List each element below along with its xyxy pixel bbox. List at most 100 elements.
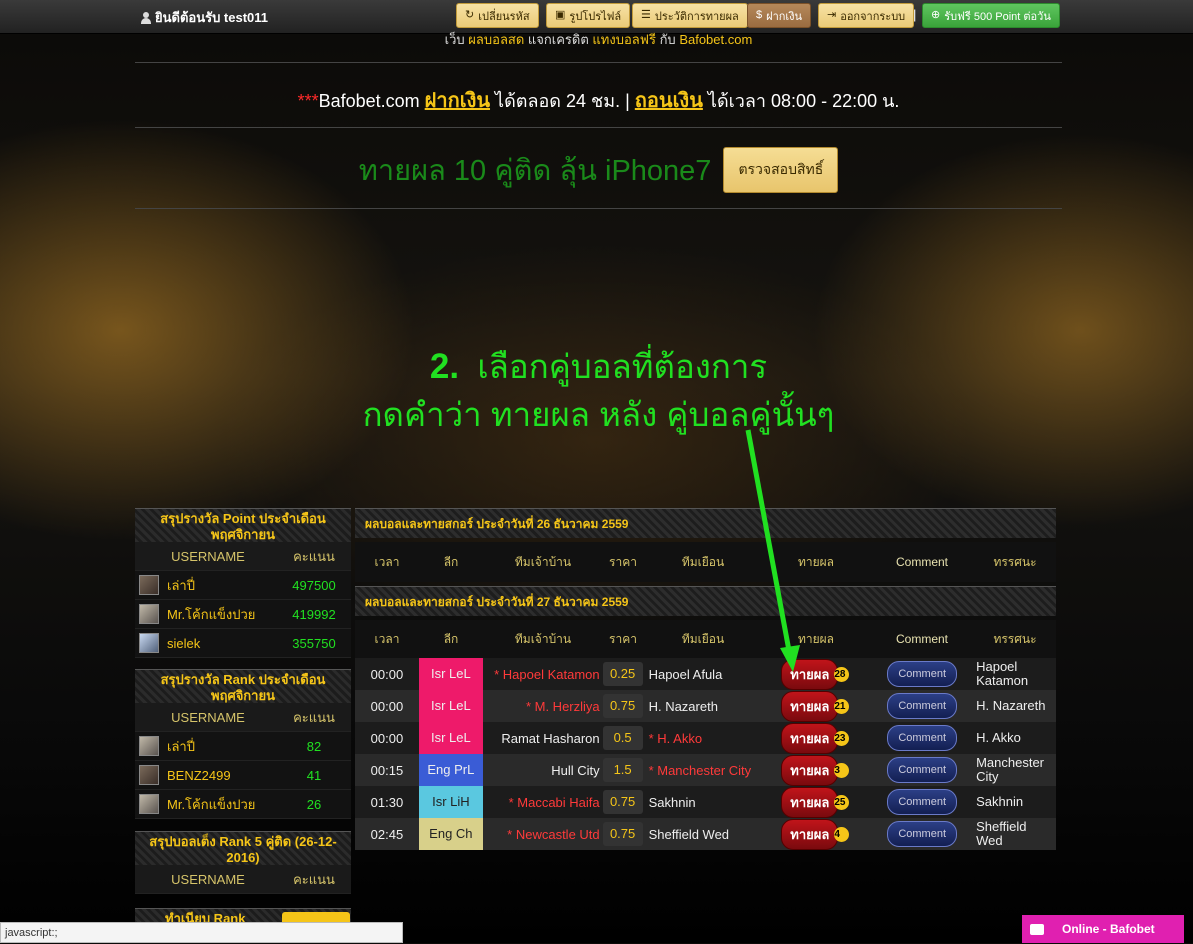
deposit-button[interactable]: $ ฝากเงิน — [747, 3, 812, 28]
match-row: 01:30 Isr LiH * Maccabi Haifa 0.75 Sakhn… — [355, 786, 1056, 818]
change-password-button[interactable]: ↻ เปลี่ยนรหัส — [456, 3, 539, 28]
withdraw-link[interactable]: ถอนเงิน — [635, 90, 703, 112]
table-header-row: USERNAME คะแนน — [135, 703, 351, 732]
user-icon — [140, 11, 151, 24]
username[interactable]: sielek — [167, 636, 200, 651]
welcome-label: ยินดีต้อนรับ test011 — [155, 10, 269, 25]
guess-count-badge: 4 — [834, 826, 850, 842]
match-time: 00:00 — [370, 730, 404, 746]
deposit-link[interactable]: ฝากเงิน — [425, 90, 490, 112]
price: 0.75 — [602, 694, 643, 718]
chat-icon — [1030, 923, 1044, 935]
guess-button[interactable]: ทายผล — [781, 786, 839, 818]
table-row[interactable]: Mr.โค้กแข็งปวย 26 — [135, 790, 351, 819]
rank-award-table: USERNAME คะแนน เล่าปี่ 82 BENZ2499 41 Mr… — [135, 703, 351, 819]
guess-count-badge: 25 — [834, 794, 850, 810]
col-comment: Comment — [895, 555, 948, 569]
column-header-27: เวลา ลีก ทีมเจ้าบ้าน ราคา ทีมเยือน ทายผล… — [355, 620, 1056, 658]
cut-link-1[interactable]: ผลบอลสด — [468, 32, 524, 47]
profile-picture-label: รูปโปรไฟล์ — [569, 10, 622, 23]
score: 419992 — [292, 606, 336, 622]
league-badge: Eng PrL — [418, 754, 483, 786]
logout-button[interactable]: ⇥ ออกจากระบบ — [818, 3, 915, 28]
avatar — [139, 765, 159, 785]
col-score: คะแนน — [293, 548, 335, 564]
col-view: ทรรศนะ — [993, 554, 1037, 569]
guess-button[interactable]: ทายผล — [781, 722, 839, 754]
comment-button[interactable]: Comment — [887, 725, 958, 751]
free-points-button[interactable]: ⊕ รับฟรี 500 Point ต่อวัน — [922, 3, 1060, 28]
cut-text-2: แจกเครดิต — [527, 32, 589, 47]
username[interactable]: BENZ2499 — [167, 768, 231, 783]
refresh-icon: ↻ — [465, 9, 475, 21]
banner-cut-line: เว็บ ผลบอลสด แจกเครดิต แทงบอลฟรี กับ Baf… — [135, 29, 1062, 50]
instruction-line1: เลือกคู่บอลที่ต้องการ — [477, 348, 768, 385]
col-score: คะแนน — [293, 709, 335, 725]
avatar — [139, 633, 159, 653]
col-price: ราคา — [609, 554, 637, 569]
table-row[interactable]: sielek 355750 — [135, 629, 351, 658]
comment-button[interactable]: Comment — [887, 693, 958, 719]
guess-button[interactable]: ทายผล — [781, 754, 839, 786]
withdraw-notice-text: ได้เวลา 08:00 - 22:00 น. — [707, 91, 900, 111]
table-header-row: USERNAME คะแนน — [135, 542, 351, 571]
col-home: ทีมเจ้าบ้าน — [514, 554, 572, 569]
welcome-text: ยินดีต้อนรับ test011 — [140, 7, 268, 28]
username[interactable]: Mr.โค้กแข็งปวย — [167, 794, 255, 815]
price: 1.5 — [602, 758, 643, 782]
point-award-table: USERNAME คะแนน เล่าปี่ 497500 Mr.โค้กแข็… — [135, 542, 351, 658]
cut-link-3[interactable]: Bafobet.com — [679, 32, 752, 47]
guess-button[interactable]: ทายผล — [781, 658, 839, 690]
section-header-27: ผลบอลและทายสกอร์ ประจำวันที่ 27 ธันวาคม … — [355, 586, 1056, 616]
username[interactable]: เล่าปี่ — [167, 575, 195, 596]
avatar — [139, 794, 159, 814]
col-away: ทีมเยือน — [681, 554, 725, 569]
guess-button[interactable]: ทายผล — [781, 818, 839, 850]
point-award-header: สรุปรางวัล Point ประจำเดือน พฤศจิกายน — [135, 508, 351, 542]
match-time: 01:30 — [370, 794, 404, 810]
league-badge: Isr LeL — [418, 658, 483, 690]
comment-button[interactable]: Comment — [887, 789, 958, 815]
list-icon: ☰ — [641, 9, 651, 21]
table-row[interactable]: BENZ2499 41 — [135, 761, 351, 790]
change-password-label: เปลี่ยนรหัส — [478, 10, 530, 23]
free-points-label: รับฟรี 500 Point ต่อวัน — [944, 10, 1051, 23]
username[interactable]: Mr.โค้กแข็งปวย — [167, 604, 255, 625]
comment-button[interactable]: Comment — [887, 757, 958, 783]
dollar-icon: $ — [756, 9, 763, 21]
avatar — [139, 604, 159, 624]
username[interactable]: เล่าปี่ — [167, 736, 195, 757]
section-header-26: ผลบอลและทายสกอร์ ประจำวันที่ 26 ธันวาคม … — [355, 508, 1056, 538]
col-username: USERNAME — [171, 709, 245, 725]
match-row: 00:00 Isr LeL Ramat Hasharon 0.5 * H. Ak… — [355, 722, 1056, 754]
table-row[interactable]: เล่าปี่ 82 — [135, 732, 351, 761]
profile-picture-button[interactable]: ▣ รูปโปรไฟล์ — [546, 3, 631, 28]
deposit-notice: ***Bafobet.com ฝากเงิน ได้ตลอด 24 ชม. | … — [135, 84, 1062, 116]
guess-count-badge: 23 — [834, 730, 850, 746]
table-row[interactable]: Mr.โค้กแข็งปวย 419992 — [135, 600, 351, 629]
rank-award-header: สรุปรางวัล Rank ประจำเดือน พฤศจิกายน — [135, 669, 351, 703]
comment-button[interactable]: Comment — [887, 661, 958, 687]
view-team: Manchester City — [976, 755, 1045, 784]
cut-link-2[interactable]: แทงบอลฟรี — [592, 32, 656, 47]
comment-button[interactable]: Comment — [887, 821, 958, 847]
home-team: * Newcastle Utd — [507, 826, 600, 842]
cut-text-1: เว็บ — [444, 32, 465, 47]
check-rights-button[interactable]: ตรวจสอบสิทธิ์ — [723, 147, 839, 193]
guess-history-button[interactable]: ☰ ประวัติการทายผล — [632, 3, 748, 28]
plus-circle-icon: ⊕ — [931, 9, 941, 21]
col-price: ราคา — [609, 631, 637, 646]
score: 41 — [306, 767, 322, 783]
notice-stars: *** — [297, 91, 319, 111]
away-team: * Manchester City — [648, 762, 752, 778]
home-team: * Maccabi Haifa — [508, 794, 600, 810]
col-guess: ทายผล — [797, 631, 835, 646]
col-league: ลีก — [443, 631, 459, 646]
score: 26 — [306, 796, 322, 812]
view-team: H. Nazareth — [976, 698, 1046, 713]
guess-count-badge: 21 — [834, 698, 850, 714]
guess-button[interactable]: ทายผล — [781, 690, 839, 722]
table-row[interactable]: เล่าปี่ 497500 — [135, 571, 351, 600]
chat-widget[interactable]: Online - Bafobet — [1022, 915, 1184, 943]
match-list: 00:00 Isr LeL * Hapoel Katamon 0.25 Hapo… — [355, 658, 1056, 850]
